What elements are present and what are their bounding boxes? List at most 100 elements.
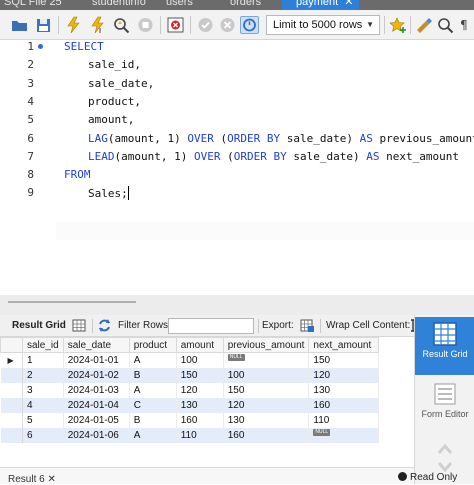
cell-amount[interactable]: 110 [176,427,224,443]
add-snippet-icon[interactable] [388,16,407,34]
cell-sale-date[interactable]: 2024-01-06 [63,427,130,443]
cell-amount[interactable]: 130 [176,397,224,413]
cell-sale-date[interactable]: 2024-01-03 [63,382,130,398]
cell-next-amount[interactable]: 130 [308,382,380,398]
code-token: 1 [174,150,181,163]
export-label: Export: [262,320,294,331]
table-row[interactable]: 2 2024-01-02 B 150 100 120 [0,367,380,383]
cell-product[interactable]: A [129,427,177,443]
cell-next-amount[interactable]: 110 [308,412,380,428]
cell-sale-date[interactable]: 2024-01-05 [63,412,130,428]
result-grid[interactable]: sale_id sale_date product amount previou… [0,337,414,467]
explain-icon[interactable] [112,16,131,34]
tab-users[interactable]: users [166,0,193,10]
cell-next-amount[interactable]: NULL [308,427,380,443]
row-marker[interactable] [0,367,23,383]
limit-rows-select[interactable]: Limit to 5000 rows ▼ [266,15,380,35]
column-header-amount[interactable]: amount [175,337,224,353]
svg-text:I: I [99,27,101,34]
cell-product[interactable]: B [129,412,177,428]
cell-previous-amount[interactable]: 150 [223,382,310,398]
row-marker[interactable] [0,382,23,398]
current-row-arrow-icon[interactable]: ▶ [0,352,23,368]
cell-next-amount[interactable]: 120 [308,367,380,383]
cell-previous-amount[interactable]: 130 [223,412,310,428]
cell-next-amount[interactable]: 150 [308,352,380,368]
result-grid-panel-button[interactable]: Result Grid [415,317,474,375]
row-marker[interactable] [0,397,23,413]
cell-sale-date[interactable]: 2024-01-04 [63,397,130,413]
cell-product[interactable]: A [129,382,177,398]
execute-icon[interactable] [64,16,83,34]
cell-previous-amount[interactable]: NULL [223,352,310,368]
filter-rows-input[interactable] [168,318,254,334]
folder-open-icon[interactable] [10,16,29,34]
cell-sale-id[interactable]: 1 [22,352,64,368]
table-row[interactable]: 4 2024-01-04 C 130 120 160 [0,397,380,413]
autocommit-icon[interactable] [240,16,259,34]
panel-splitter[interactable] [0,295,474,315]
toggle-error-icon[interactable] [166,16,185,34]
cell-product[interactable]: C [129,397,177,413]
commit-icon[interactable] [196,16,215,34]
cell-previous-amount[interactable]: 120 [223,397,310,413]
save-icon[interactable] [34,16,53,34]
cell-amount[interactable]: 120 [176,382,224,398]
find-icon[interactable] [436,16,455,34]
row-marker[interactable] [0,412,23,428]
cell-product[interactable]: A [129,352,177,368]
tab-payment-label: payment [296,0,339,8]
result-grid-label[interactable]: Result Grid [12,320,66,331]
cell-sale-date[interactable]: 2024-01-01 [63,352,130,368]
table-row[interactable]: ▶ 1 2024-01-01 A 100 NULL 150 [0,352,380,368]
result-grid-panel-label: Result Grid [422,349,468,359]
grid-view-icon[interactable] [72,318,87,333]
line-number: 9 [27,186,34,199]
row-marker[interactable] [0,427,23,443]
column-header-previous-amount[interactable]: previous_amount [222,337,310,353]
splitter-handle[interactable] [8,301,136,303]
sql-editor-toolbar: I Limit to 5000 rows ▼ ¶ [0,10,474,40]
rollback-icon[interactable] [218,16,237,34]
cell-next-amount[interactable]: 160 [308,397,380,413]
cell-previous-amount[interactable]: 100 [223,367,310,383]
tab-orders[interactable]: orders [230,0,261,10]
form-editor-panel-button[interactable]: Form Editor [415,377,474,437]
cell-amount[interactable]: 100 [176,352,224,368]
result-tab[interactable]: Result 6 ✕ [8,474,56,485]
cell-sale-date[interactable]: 2024-01-02 [63,367,130,383]
sql-editor[interactable]: 1 SELECT 2 sale_id, 3 sale_date, 4 produ… [0,40,474,295]
cell-previous-amount[interactable]: 160 [223,427,310,443]
table-row[interactable]: 5 2024-01-05 B 160 130 110 [0,412,380,428]
close-result-tab-icon[interactable]: ✕ [47,474,55,485]
refresh-icon[interactable] [97,318,112,333]
tab-sql-file-25[interactable]: SQL File 25 [4,0,62,10]
cell-sale-id[interactable]: 3 [22,382,64,398]
tab-payment[interactable]: payment ✕ [282,0,360,10]
code-line: FROM [64,168,91,181]
cell-amount[interactable]: 150 [176,367,224,383]
stop-icon[interactable] [136,16,155,34]
close-tab-icon[interactable]: ✕ [344,0,353,8]
invisible-chars-icon[interactable]: ¶ [458,16,474,34]
result-table: sale_id sale_date product amount previou… [0,337,380,443]
column-header-sale-date[interactable]: sale_date [62,337,130,353]
cell-sale-id[interactable]: 5 [22,412,64,428]
table-row[interactable]: 6 2024-01-06 A 110 160 NULL [0,427,380,443]
tab-studentinfo[interactable]: studentinfo [92,0,146,10]
execute-current-icon[interactable]: I [88,16,107,35]
table-row[interactable]: 3 2024-01-03 A 120 150 130 [0,382,380,398]
column-header-product[interactable]: product [128,337,177,353]
column-header-sale-id[interactable]: sale_id [22,337,64,353]
beautify-icon[interactable] [414,16,433,34]
cell-product[interactable]: B [129,367,177,383]
cell-amount[interactable]: 160 [176,412,224,428]
cell-sale-id[interactable]: 4 [22,397,64,413]
code-token: next_amount [379,150,459,163]
cell-sale-id[interactable]: 2 [22,367,64,383]
cell-sale-id[interactable]: 6 [22,427,64,443]
column-header-next-amount[interactable]: next_amount [308,337,380,353]
export-icon[interactable] [300,318,315,333]
code-token: sale_date) [286,150,367,163]
